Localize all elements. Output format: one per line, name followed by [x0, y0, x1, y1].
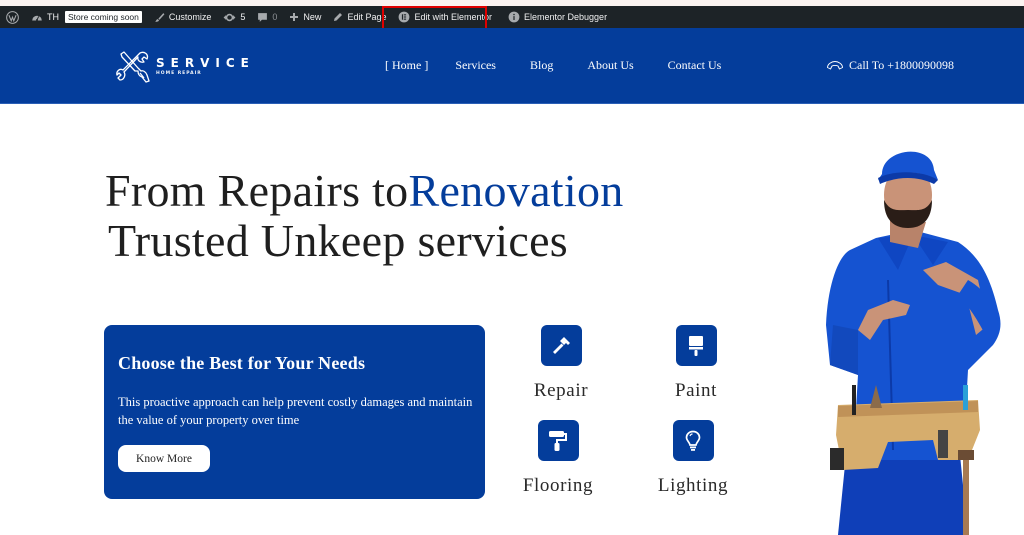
nav-blog[interactable]: Blog	[530, 58, 553, 73]
service-label: Paint	[674, 380, 718, 401]
service-lighting[interactable]: Lighting	[643, 420, 743, 497]
edit-page-link[interactable]: Edit Page	[327, 6, 392, 28]
site-name-menu[interactable]: TH	[25, 6, 65, 28]
new-content-link[interactable]: New	[283, 6, 327, 28]
service-repair[interactable]: Repair	[511, 325, 611, 402]
call-link[interactable]: Call To +1800090098	[826, 58, 954, 73]
site-header: SERVICE HOME REPAIR [ Home ] Services Bl…	[0, 28, 1024, 104]
elementor-debugger-link[interactable]: Elementor Debugger	[502, 6, 613, 28]
hero-title-line2: Trusted Unkeep services	[108, 215, 569, 266]
comments-link[interactable]: 0	[251, 6, 283, 28]
know-more-button[interactable]: Know More	[118, 445, 210, 472]
paint-roller-icon[interactable]	[537, 420, 579, 461]
handyman-image	[826, 151, 1001, 535]
hero-title-accent: Renovation	[408, 165, 624, 216]
service-label: Repair	[533, 380, 589, 401]
plus-icon	[289, 12, 299, 22]
updates-count: 5	[240, 12, 246, 22]
paintbrush-icon	[154, 12, 165, 23]
edit-with-elementor-link[interactable]: Edit with Elementor	[392, 6, 498, 28]
wordpress-logo-icon	[6, 10, 19, 24]
hero-title-part1: From Repairs to	[105, 165, 409, 216]
main-nav: [ Home ] Services Blog About Us Contact …	[385, 58, 721, 73]
service-label: Flooring	[522, 475, 594, 496]
logo-subtitle: HOME REPAIR	[156, 71, 202, 76]
store-coming-soon-badge[interactable]: Store coming soon	[65, 6, 148, 28]
dashboard-gauge-icon	[31, 12, 43, 23]
service-label: Lighting	[657, 475, 729, 496]
card-title: Choose the Best for Your Needs	[118, 353, 366, 373]
site-logo[interactable]: SERVICE HOME REPAIR	[116, 50, 255, 84]
hero-title: From Repairs toRenovation Trusted Unkeep…	[105, 166, 624, 266]
pencil-icon	[333, 12, 343, 22]
service-paint[interactable]: Paint	[646, 325, 746, 402]
updates-link[interactable]: 5	[217, 6, 251, 28]
promo-card: Choose the Best for Your Needs This proa…	[104, 325, 485, 499]
wrench-screwdriver-icon	[116, 51, 150, 83]
nav-services[interactable]: Services	[455, 58, 496, 73]
wp-logo-menu[interactable]	[0, 6, 25, 28]
card-text: This proactive approach can help prevent…	[118, 395, 473, 427]
service-flooring[interactable]: Flooring	[508, 420, 608, 497]
call-label: Call To +1800090098	[849, 58, 955, 72]
comments-count: 0	[272, 12, 278, 22]
site-name: TH	[47, 12, 59, 22]
nav-about-us[interactable]: About Us	[587, 58, 633, 73]
nav-contact-us[interactable]: Contact Us	[668, 58, 722, 73]
info-icon	[508, 11, 520, 23]
paint-brush-icon[interactable]	[675, 325, 717, 366]
wp-admin-bar: TH Store coming soon Customize 5 0 New E…	[0, 6, 1024, 28]
hammer-icon[interactable]	[540, 325, 582, 366]
phone-icon	[827, 60, 843, 69]
lightbulb-icon[interactable]	[672, 420, 714, 461]
updates-refresh-icon	[223, 12, 236, 23]
comment-bubble-icon	[257, 12, 268, 23]
customize-link[interactable]: Customize	[148, 6, 218, 28]
logo-title: SERVICE	[156, 56, 255, 70]
elementor-logo-icon	[398, 11, 410, 23]
nav-home[interactable]: [ Home ]	[385, 58, 428, 73]
